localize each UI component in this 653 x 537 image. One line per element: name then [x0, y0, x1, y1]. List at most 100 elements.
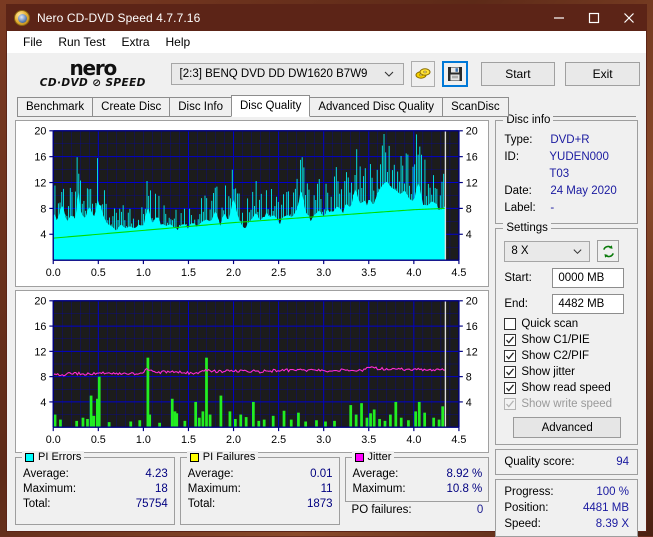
tab-advanced-disc-quality[interactable]: Advanced Disc Quality — [309, 97, 443, 117]
speed-select-value: 8 X — [511, 245, 528, 257]
save-button[interactable] — [442, 61, 467, 87]
pi-errors-average-label: Average: — [23, 467, 69, 482]
disc-label-value: - — [550, 200, 554, 217]
checkbox-show-write-speed: Show write speed — [504, 398, 630, 410]
pi-errors-maximum-row: Maximum: 18 — [23, 482, 168, 497]
sidebar: Disc info Type: DVD+R ID: YUDEN000 T03 D… — [495, 120, 638, 525]
disc-date-value: 24 May 2020 — [550, 183, 617, 200]
checkbox-show-jitter[interactable]: Show jitter — [504, 366, 630, 378]
svg-text:2.0: 2.0 — [226, 267, 241, 279]
checkbox-checked-disabled-icon — [504, 398, 516, 410]
svg-text:12: 12 — [34, 177, 46, 189]
pi-failures-average-value: 0.01 — [310, 467, 332, 482]
menu-bar: File Run Test Extra Help — [7, 31, 646, 53]
refresh-button[interactable] — [597, 240, 619, 262]
position-row: Position: 4481 MB — [504, 500, 629, 516]
speed-select[interactable]: 8 X — [504, 241, 590, 262]
exit-button[interactable]: Exit — [565, 62, 640, 86]
svg-text:8: 8 — [466, 371, 472, 383]
svg-text:3.0: 3.0 — [316, 267, 331, 279]
progress-value: 100 % — [596, 484, 629, 500]
quality-score-box: Quality score: 94 — [495, 449, 638, 475]
checkbox-show-read-speed[interactable]: Show read speed — [504, 382, 630, 394]
end-field-row: End: 4482 MB — [504, 294, 630, 314]
pi-errors-legend: PI Errors — [22, 451, 84, 463]
quality-score-label: Quality score: — [504, 454, 574, 470]
tab-create-disc[interactable]: Create Disc — [92, 97, 170, 117]
menu-item-extra[interactable]: Extra — [113, 33, 157, 51]
jitter-average-row: Average: 8.92 % — [353, 467, 483, 482]
jitter-box: Jitter Average: 8.92 % Maximum: 10.8 % — [345, 457, 490, 502]
svg-text:4: 4 — [466, 396, 472, 408]
refresh-icon — [601, 244, 616, 259]
close-icon[interactable] — [611, 5, 646, 31]
advanced-button[interactable]: Advanced — [513, 417, 621, 438]
title-bar: Nero CD-DVD Speed 4.7.7.16 — [7, 5, 646, 31]
checkbox-show-c2-pif-label: Show C2/PIF — [521, 350, 589, 362]
menu-item-file[interactable]: File — [15, 33, 50, 51]
menu-item-help[interactable]: Help — [158, 33, 199, 51]
svg-text:20: 20 — [34, 126, 46, 138]
po-failures-label: PO failures: — [352, 504, 412, 516]
svg-text:2.5: 2.5 — [271, 433, 286, 445]
minimize-icon[interactable] — [541, 5, 576, 31]
disc-info-date-row: Date: 24 May 2020 — [504, 183, 630, 200]
checkbox-checked-icon — [504, 350, 516, 362]
po-failures-value: 0 — [477, 504, 483, 516]
window-title: Nero CD-DVD Speed 4.7.7.16 — [37, 11, 200, 25]
disc-label-label: Label: — [504, 200, 550, 217]
start-label: Start: — [504, 272, 552, 284]
checkbox-show-c1-pie[interactable]: Show C1/PIE — [504, 334, 630, 346]
maximize-icon[interactable] — [576, 5, 611, 31]
svg-text:3.0: 3.0 — [316, 433, 331, 445]
pi-failures-legend: PI Failures — [187, 451, 259, 463]
svg-text:16: 16 — [34, 321, 46, 333]
svg-text:4: 4 — [466, 229, 472, 241]
svg-text:8: 8 — [40, 371, 46, 383]
pi-errors-maximum-label: Maximum: — [23, 482, 76, 497]
svg-text:3.5: 3.5 — [361, 267, 376, 279]
speed-row: Speed: 8.39 X — [504, 516, 629, 532]
tab-disc-info[interactable]: Disc Info — [169, 97, 232, 117]
checkbox-quick-scan[interactable]: Quick scan — [504, 318, 630, 330]
pi-failures-average-row: Average: 0.01 — [188, 467, 333, 482]
svg-text:0.5: 0.5 — [91, 267, 106, 279]
chevron-down-icon — [572, 246, 583, 260]
svg-text:16: 16 — [34, 152, 46, 164]
checkbox-show-write-speed-label: Show write speed — [521, 398, 612, 410]
pi-failures-total-row: Total: 1873 — [188, 497, 333, 512]
tab-scandisc[interactable]: ScanDisc — [442, 97, 509, 117]
jitter-maximum-row: Maximum: 10.8 % — [353, 482, 483, 497]
start-input[interactable]: 0000 MB — [552, 268, 624, 288]
tab-benchmark[interactable]: Benchmark — [17, 97, 93, 117]
tab-disc-quality[interactable]: Disc Quality — [231, 95, 310, 117]
pi-failures-maximum-label: Maximum: — [188, 482, 241, 497]
disc-date-label: Date: — [504, 183, 550, 200]
menu-item-run-test[interactable]: Run Test — [50, 33, 113, 51]
disc-id-value: YUDEN000 T03 — [549, 149, 630, 183]
pi-failures-average-label: Average: — [188, 467, 234, 482]
drive-select[interactable]: [2:3] BENQ DVD DD DW1620 B7W9 — [171, 63, 404, 85]
svg-text:16: 16 — [466, 321, 478, 333]
pi-failures-swatch-icon — [190, 453, 199, 462]
svg-text:1.5: 1.5 — [181, 433, 196, 445]
eject-disc-button[interactable] — [411, 61, 436, 87]
nero-logo: nero CD·DVD ⊘ SPEED — [21, 60, 165, 89]
nero-logo-wordmark: nero — [69, 60, 116, 77]
speed-label: Speed: — [504, 516, 540, 532]
quality-score-value: 94 — [616, 454, 629, 470]
pi-errors-total-label: Total: — [23, 497, 51, 512]
pi-errors-stats: PI Errors Average: 4.23 Maximum: 18 Tota… — [15, 457, 175, 525]
svg-text:12: 12 — [34, 346, 46, 358]
disc-info-label-row: Label: - — [504, 200, 630, 217]
svg-text:0.0: 0.0 — [46, 267, 61, 279]
end-input[interactable]: 4482 MB — [552, 294, 624, 314]
checkbox-show-c2-pif[interactable]: Show C2/PIF — [504, 350, 630, 362]
checkbox-show-jitter-label: Show jitter — [521, 366, 575, 378]
pi-failures-jitter-plot: 44881212161620200.00.51.01.52.02.53.03.5… — [16, 291, 488, 453]
start-button[interactable]: Start — [481, 62, 556, 86]
svg-text:2.0: 2.0 — [226, 433, 241, 445]
pi-errors-chart: 44881212161620200.00.51.01.52.02.53.03.5… — [15, 120, 489, 287]
svg-text:8: 8 — [40, 203, 46, 215]
svg-text:1.0: 1.0 — [136, 433, 151, 445]
